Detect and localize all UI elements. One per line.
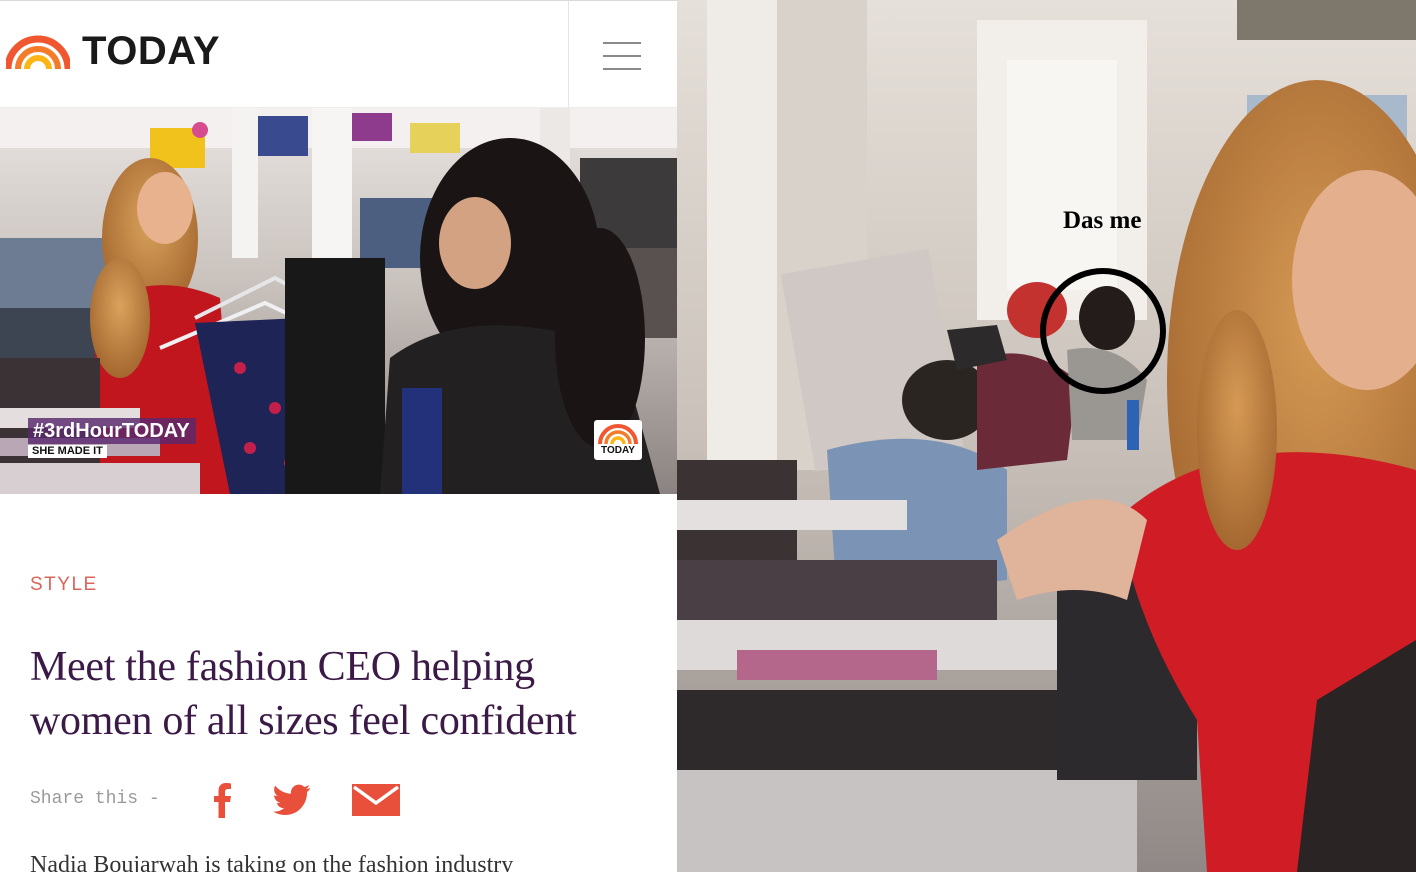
zoomed-video-frame [677, 0, 1416, 872]
twitter-icon[interactable] [273, 783, 311, 817]
logo-text: TODAY [82, 29, 221, 73]
article-body-preview: Nadia Boujarwah is taking on the fashion… [30, 852, 514, 872]
watermark-text: TODAY [601, 445, 635, 456]
annotation-circle [1040, 268, 1166, 394]
hamburger-menu-icon[interactable] [603, 41, 641, 71]
facebook-icon[interactable] [210, 782, 234, 818]
today-logo[interactable]: TODAY [6, 31, 220, 71]
today-watermark: TODAY [594, 420, 642, 460]
share-label: Share this - [30, 789, 160, 809]
section-kicker[interactable]: STYLE [30, 574, 98, 596]
annotation-label: Das me [1063, 207, 1142, 234]
today-sunrise-icon-small [598, 424, 638, 445]
hashtag-lower-third: #3rdHourTODAY [28, 418, 196, 444]
today-sunrise-icon [6, 35, 70, 70]
office-scene-image [677, 0, 1416, 872]
article-page: TODAY #3rdHourTODAY SHE MADE IT TODAY ST… [0, 0, 677, 872]
email-icon[interactable] [352, 784, 400, 816]
site-header: TODAY [0, 0, 677, 109]
header-divider [568, 1, 569, 109]
article-headline: Meet the fashion CEO helping women of al… [30, 644, 577, 744]
segment-label: SHE MADE IT [28, 445, 107, 458]
